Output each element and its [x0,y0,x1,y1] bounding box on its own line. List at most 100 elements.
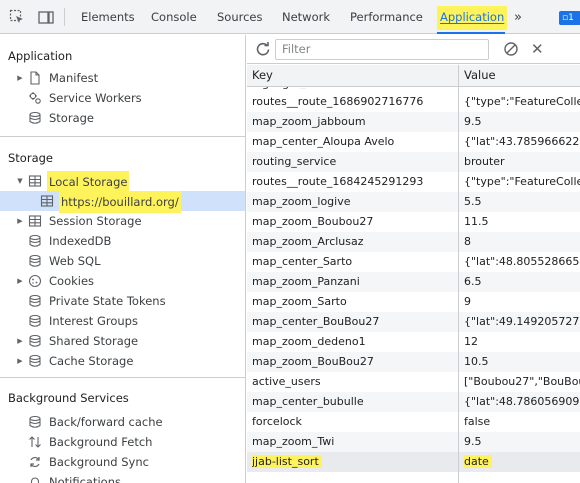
sidebar-item-cache-storage[interactable]: ▶ Cache Storage [0,351,245,371]
tab-performance[interactable]: Performance [350,0,423,34]
cell-value: 6.5 [464,272,580,292]
expand-arrow-icon[interactable]: ▶ [16,271,24,291]
storage-toolbar: Filter ✕ [247,35,580,64]
cell-value-text: ["Boubou27","BouBou [464,375,580,388]
tab-application[interactable]: Application [437,0,508,34]
table-row[interactable]: map_zoom_Panzani 6.5 [247,272,580,292]
tab-console[interactable]: Console [151,0,197,34]
cell-value-text: {"lat":43.78596662288 [464,135,580,148]
expand-arrow-icon[interactable]: ▶ [16,68,24,88]
sidebar-item-back-forward-cache[interactable]: Back/forward cache [0,412,245,432]
sidebar-item-background-fetch[interactable]: Background Fetch [0,432,245,452]
cell-value-text: 12 [464,335,478,348]
table-icon [40,195,54,207]
table-row[interactable]: map_center_bubulle {"lat":48.78605690982 [247,392,580,412]
collapse-arrow-icon[interactable]: ▼ [16,171,24,191]
sidebar-item-origin-bouillard[interactable]: https://bouillard.org/ [0,191,245,213]
cell-value: {"lat":43.78596662288 [464,132,580,152]
cell-key-text: map_center_Aloupa Avelo [252,135,395,148]
table-row[interactable]: map_zoom_Boubou27 11.5 [247,212,580,232]
sidebar-item-service-workers[interactable]: Service Workers [0,88,245,108]
cell-value-text: 9 [464,295,471,308]
expand-arrow-icon[interactable]: ▶ [16,211,24,231]
issues-badge[interactable]: ▫1 [559,11,580,25]
table-row[interactable]: map_zoom_dedeno1 12 [247,332,580,352]
column-header-key[interactable]: Key [252,68,273,82]
table-row[interactable]: map_zoom_Twi 9.5 [247,432,580,452]
cell-value: 10.5 [464,352,580,372]
sidebar-item-manifest[interactable]: ▶ Manifest [0,68,245,88]
more-tabs-button[interactable]: » [514,10,522,25]
column-header-value[interactable]: Value [464,68,496,82]
toolbar-separator [64,8,65,26]
cell-key: map_zoom_Panzani [252,272,456,292]
cell-value-text: false [464,415,491,428]
clear-all-icon[interactable] [503,41,519,57]
sidebar-item-private-state-tokens[interactable]: Private State Tokens [0,291,245,311]
cell-key: map_zoom_jabboum [252,112,456,132]
table-icon [28,215,42,227]
refresh-icon[interactable] [255,41,271,57]
sidebar-item-interest-groups[interactable]: Interest Groups [0,311,245,331]
filter-input[interactable]: Filter [275,39,489,60]
table-row[interactable]: map_zoom_jabboum 9.5 [247,112,580,132]
cell-value: {"lat":48.80552866540 [464,252,580,272]
table-row[interactable]: active_users ["Boubou27","BouBou [247,372,580,392]
bell-icon [30,477,40,483]
cell-value: false [464,412,580,432]
cell-key-text: routes__route_1686902716776 [252,95,424,108]
table-row[interactable]: map_center_Aloupa Avelo {"lat":43.7859666… [247,132,580,152]
cell-key: jjab-list_sort [252,452,456,472]
sidebar-item-shared-storage[interactable]: ▶ Shared Storage [0,331,245,351]
table-row[interactable]: map_zoom_Arclusaz 8 [247,232,580,252]
sidebar-item-background-sync[interactable]: Background Sync [0,452,245,472]
sidebar-item-local-storage[interactable]: ▼ Local Storage [0,171,245,193]
cell-key-text: map_zoom_Sarto [252,295,347,308]
sidebar-item-notifications[interactable]: Notifications [0,472,245,483]
cell-value: 9 [464,292,580,312]
cell-key-text: map_zoom_logive [252,195,351,208]
database-icon [29,254,41,267]
cell-value-text: date [464,455,492,468]
cell-key: map_zoom_logive [252,192,456,212]
device-toolbar-icon[interactable] [38,9,54,25]
cell-key-text: map_zoom_Arclusaz [252,235,364,248]
delete-selected-icon[interactable]: ✕ [531,40,544,58]
tab-elements[interactable]: Elements [81,0,135,34]
table-row[interactable]: jjab-list_sort date [247,452,580,472]
sidebar-item-web-sql[interactable]: Web SQL [0,251,245,271]
table-row[interactable]: routes__route_1684245291293 {"type":"Feat… [247,172,580,192]
tab-sources[interactable]: Sources [217,0,263,34]
cell-value: 8 [464,232,580,252]
cell-key-text: map_center_Sarto [252,255,353,268]
cell-key-text: forcelock [252,415,302,428]
table-row[interactable]: map_zoom_BouBou27 10.5 [247,352,580,372]
cell-value: 11.5 [464,212,580,232]
table-row[interactable]: forcelock false [247,412,580,432]
table-row[interactable]: map_center_BouBou27 {"lat":49.14920572723 [247,312,580,332]
sidebar-item-cookies[interactable]: ▶ Cookies [0,271,245,291]
cell-value-text: 5.5 [464,195,482,208]
table-icon [28,175,42,187]
cell-value-text: {"lat":48.80552866540 [464,255,580,268]
table-row[interactable]: routes__route_1686902716776 {"type":"Feat… [247,92,580,112]
inspect-element-icon[interactable] [9,9,25,25]
sidebar-item-indexeddb[interactable]: IndexedDB [0,231,245,251]
column-divider[interactable] [458,65,459,483]
cell-key-text: map_zoom_dedeno1 [252,335,366,348]
expand-arrow-icon[interactable]: ▶ [16,331,24,351]
table-row[interactable]: map_zoom_Sarto 9 [247,292,580,312]
expand-arrow-icon[interactable]: ▶ [16,351,24,371]
cell-key-text: map_zoom_Twi [252,435,335,448]
table-row[interactable]: map_zoom_logive 5.5 [247,192,580,212]
sync-icon [30,456,40,468]
cell-value: {"lat":49.14920572723 [464,312,580,332]
up-down-arrows-icon [29,436,41,448]
tab-network[interactable]: Network [282,0,330,34]
table-row[interactable]: routing_service brouter [247,152,580,172]
cell-key: routes__route_1686902716776 [252,92,456,112]
table-row[interactable]: map_center_Sarto {"lat":48.80552866540 [247,252,580,272]
sidebar-item-session-storage[interactable]: ▶ Session Storage [0,211,245,231]
sidebar-item-storage-overview[interactable]: Storage [0,108,245,128]
cell-key: routing_service [252,152,456,172]
